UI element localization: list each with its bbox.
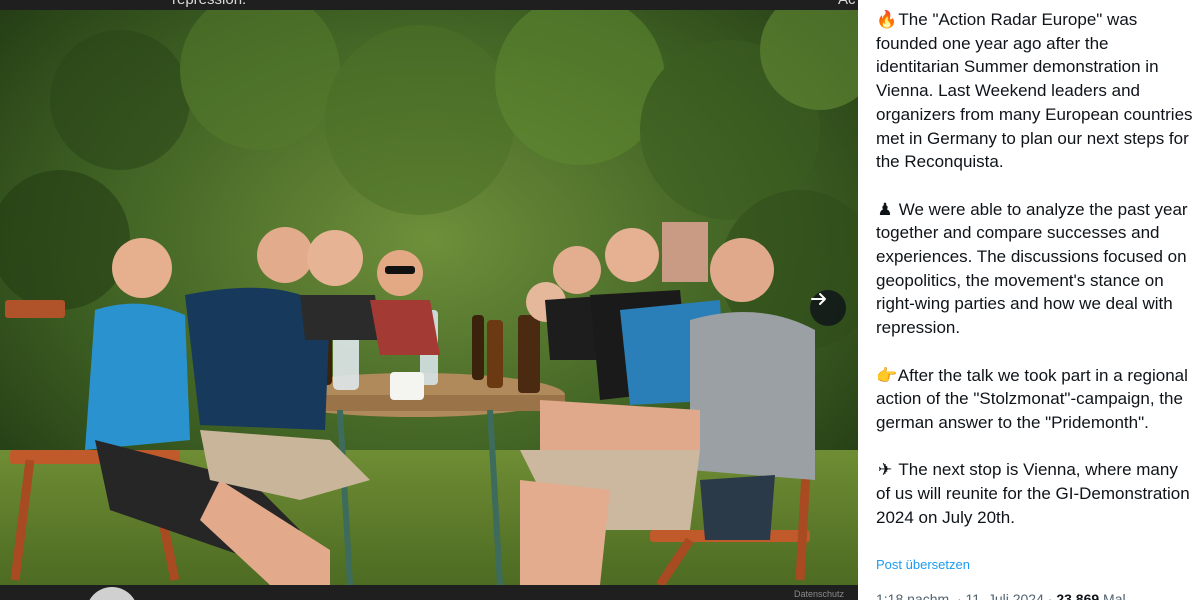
paragraph-text: We were able to analyze the past year to… (876, 199, 1188, 338)
post-meta: 1:18 nachm. · 11. Juli 2024 · 23.869 Mal (876, 591, 1126, 600)
fire-icon: 🔥 (876, 10, 898, 29)
translate-post-link[interactable]: Post übersetzen (876, 557, 970, 572)
post-time[interactable]: 1:18 nachm. (876, 591, 953, 600)
paragraph-text: After the talk we took part in a regiona… (876, 365, 1188, 432)
post-body: 🔥 The "Action Radar Europe" was founded … (876, 8, 1196, 529)
photo-illustration (0, 10, 858, 585)
avatar[interactable] (86, 587, 138, 600)
post-date[interactable]: 11. Juli 2024 (966, 591, 1044, 600)
bottom-right-text: Datenschutz (794, 589, 845, 599)
post-photo[interactable] (0, 10, 858, 585)
next-image-button[interactable] (810, 290, 846, 326)
paragraph-campaign: 👉 After the talk we took part in a regio… (876, 364, 1196, 435)
paragraph-founding: 🔥 The "Action Radar Europe" was founded … (876, 8, 1196, 174)
paragraph-next-stop: ✈ The next stop is Vienna, where many of… (876, 458, 1196, 529)
meta-separator: · (956, 591, 966, 600)
paragraph-text: The "Action Radar Europe" was founded on… (876, 10, 1193, 172)
previous-post-right-text: Ac (838, 0, 856, 8)
previous-post-text: repression. (172, 0, 246, 8)
airplane-icon: ✈ (877, 460, 893, 480)
post-text-column: 🔥 The "Action Radar Europe" was founded … (858, 0, 1200, 600)
views-count: 23.869 (1056, 591, 1100, 600)
arrow-right-icon (811, 293, 826, 305)
pointing-hand-icon: 👉 (876, 365, 898, 385)
paragraph-analysis: ♟ We were able to analyze the past year … (876, 198, 1196, 340)
views-label: Mal (1103, 591, 1126, 600)
previous-post-strip: repression. Ac (0, 0, 858, 10)
chess-pawn-icon: ♟ (877, 199, 893, 219)
bottom-strip: Datenschutz (0, 585, 858, 600)
paragraph-text: The next stop is Vienna, where many of u… (876, 460, 1190, 527)
